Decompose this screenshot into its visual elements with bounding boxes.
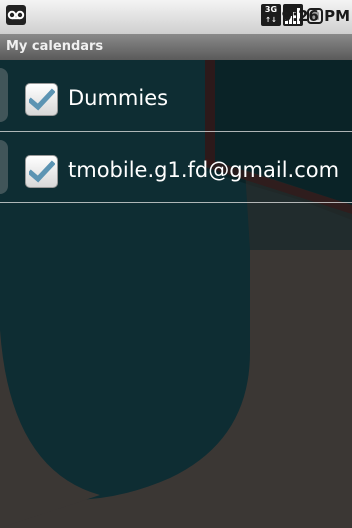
- status-bar: 3G ↑↓ 9:26 PM: [0, 0, 352, 34]
- calendar-checkbox-dummies[interactable]: [25, 83, 58, 116]
- calendar-checkbox-gmail[interactable]: [25, 155, 58, 188]
- row-edge-handle: [0, 140, 8, 194]
- checkmark-icon: [29, 88, 55, 111]
- calendar-list: Dummies tmobile.g1.fd@gmail.com: [0, 60, 352, 203]
- calendar-row-dummies[interactable]: Dummies: [0, 60, 352, 132]
- calendar-name: Dummies: [68, 86, 169, 110]
- calendar-name: tmobile.g1.fd@gmail.com: [68, 158, 340, 182]
- checkmark-icon: [29, 160, 55, 183]
- voicemail-icon: [6, 5, 26, 25]
- title-bar: My calendars: [0, 34, 352, 60]
- page-title: My calendars: [6, 39, 104, 54]
- row-edge-handle: [0, 68, 8, 122]
- calendar-row-gmail[interactable]: tmobile.g1.fd@gmail.com: [0, 132, 352, 203]
- status-clock: 9:26 PM: [281, 7, 350, 25]
